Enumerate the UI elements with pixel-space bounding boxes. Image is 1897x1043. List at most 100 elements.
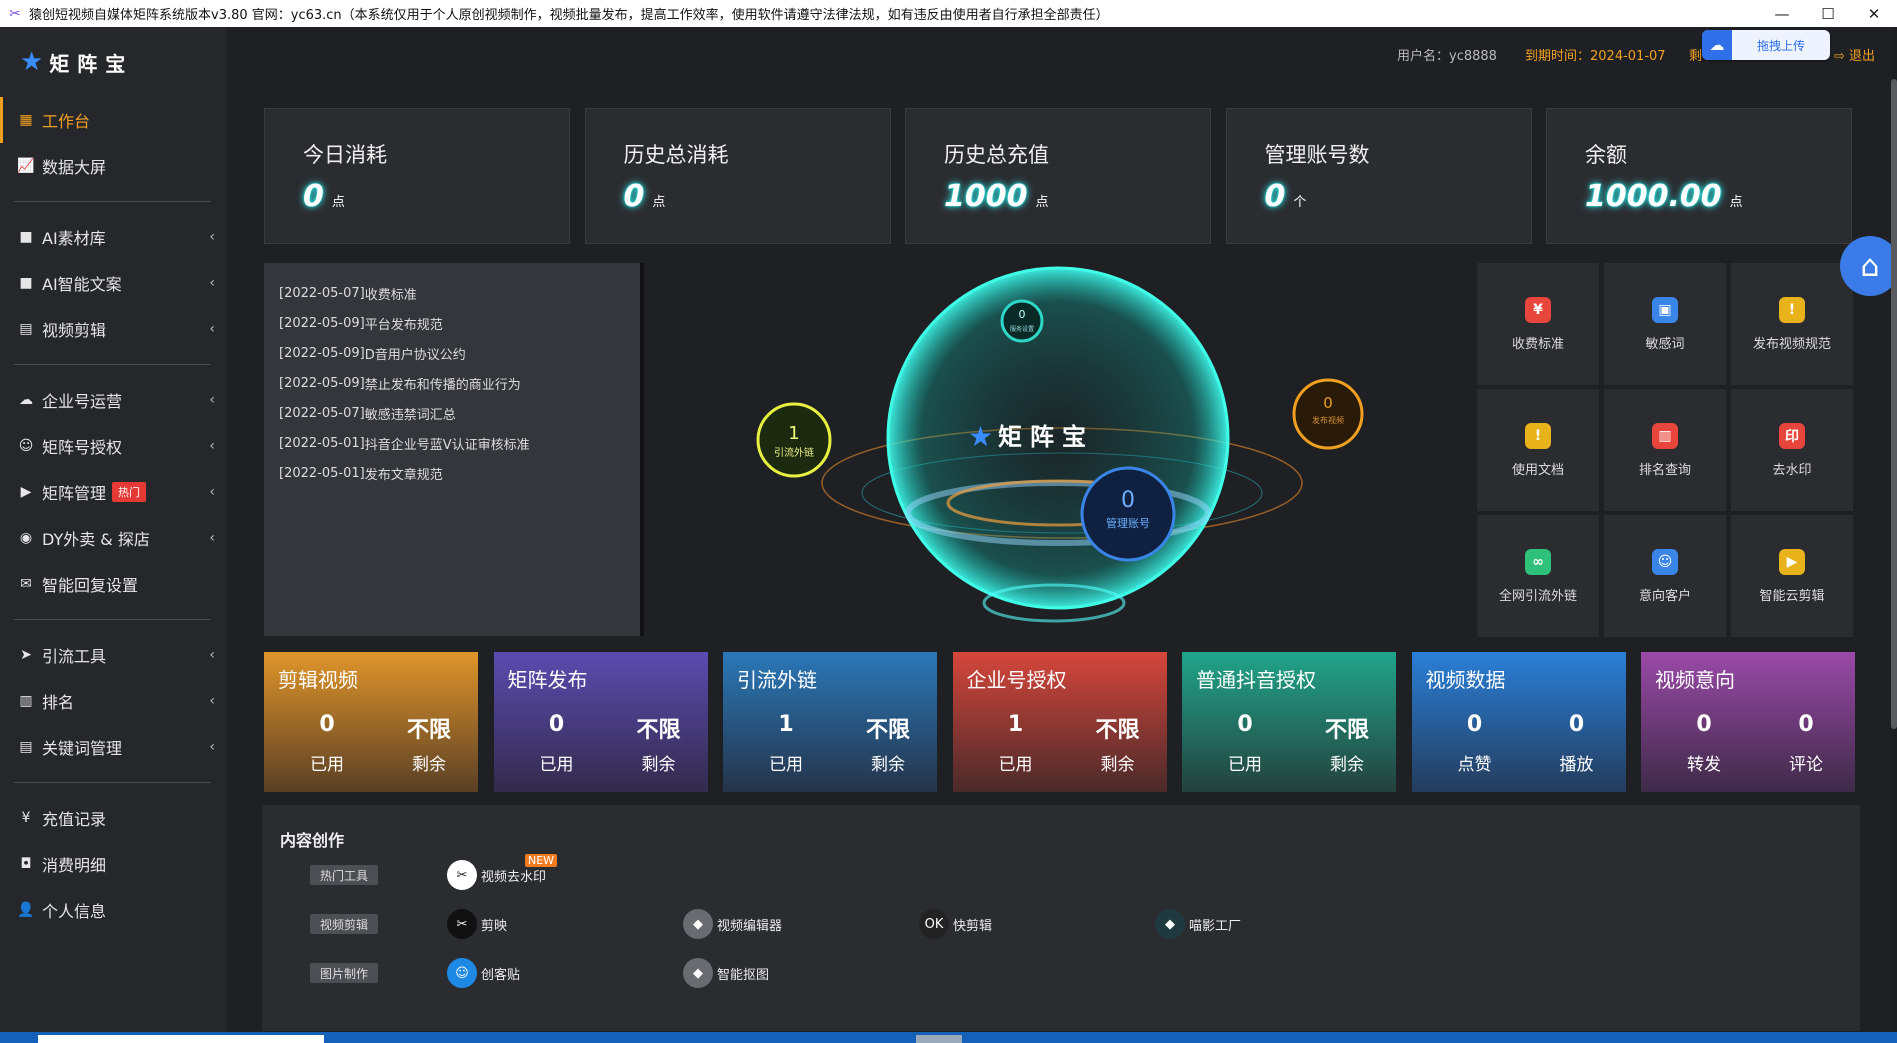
sidebar-item[interactable]: ➤ 引流工具 ‹	[0, 632, 227, 678]
sidebar-item-icon: ➤	[20, 647, 32, 663]
stat-card-label-1: 已用	[539, 755, 574, 775]
tool-grid: ¥ 收费标准 ▣ 敏感词! 发布视频规范 ! 使用文档 ▥ 排名查询 印去水印 ∞ 全网引流外链 ☺ 意向…	[1477, 263, 1855, 637]
stat-cards: 剪辑视频 0 不限 已用 剩余 矩阵发布 0 不限 已用 剩余 引流外链 1 不限 已用 剩余 企业号授权 1 不…	[264, 652, 1856, 792]
stat-card-value-2: 不限	[636, 718, 681, 743]
chevron-left-icon: ‹	[209, 484, 215, 500]
logout-label: 退出	[1849, 49, 1876, 64]
stat-card[interactable]: 视频意向 0 0 转发 评论	[1641, 652, 1855, 792]
chevron-left-icon: ‹	[209, 392, 215, 408]
chevron-left-icon: ‹	[209, 229, 215, 245]
tool-tile-label: 收费标准	[1511, 336, 1564, 352]
category-tag: 图片制作	[310, 963, 378, 983]
summary-card-title: 余额	[1585, 143, 1627, 167]
notice-item[interactable]: [2022-05-01] 发布文章规范	[264, 458, 640, 488]
tool-tile[interactable]: 印去水印	[1731, 389, 1853, 511]
taskbar-item[interactable]	[916, 1035, 962, 1043]
tool-tile[interactable]: ▶ 智能云剪辑	[1731, 515, 1853, 637]
notice-date: [2022-05-09]	[279, 375, 365, 391]
orbit-center-value: 0	[1121, 488, 1135, 513]
app-icon: ✂	[447, 909, 477, 939]
orbit-node-center[interactable]	[1080, 466, 1176, 562]
tool-tile-label: 使用文档	[1511, 462, 1564, 478]
sidebar-item-label: 充值记录	[42, 810, 107, 829]
notice-item[interactable]: [2022-05-01] 抖音企业号蓝V认证审核标准	[264, 428, 640, 458]
stat-card[interactable]: 普通抖音授权 0 不限 已用 剩余	[1182, 652, 1396, 792]
notice-item[interactable]: [2022-05-07] 敏感违禁词汇总	[264, 398, 640, 428]
new-badge: NEW	[525, 854, 558, 867]
sidebar-item[interactable]: 👤 个人信息	[0, 887, 227, 933]
sidebar-item[interactable]: ◘ 消费明细	[0, 841, 227, 887]
sidebar-item[interactable]: ☺ 矩阵号授权 ‹	[0, 423, 227, 469]
sidebar-item[interactable]: ¥ 充值记录	[0, 795, 227, 841]
close-button[interactable]: ✕	[1851, 0, 1897, 27]
notice-date: [2022-05-07]	[279, 405, 365, 421]
brand-name: 矩阵宝	[49, 51, 134, 76]
sidebar-item-icon: ▥	[19, 693, 33, 709]
chevron-left-icon: ‹	[209, 739, 215, 755]
tool-tile[interactable]: ☺ 意向客户	[1604, 515, 1726, 637]
notice-item[interactable]: [2022-05-07] 收费标准	[264, 278, 640, 308]
logout-link[interactable]: ⇨ 退出	[1834, 45, 1875, 64]
stat-card[interactable]: 视频数据 0 0 点赞 播放	[1411, 652, 1626, 792]
app-label: 智能抠图	[717, 967, 770, 983]
sidebar-item[interactable]: ✉ 智能回复设置	[0, 561, 227, 607]
scrollbar-thumb[interactable]	[1891, 79, 1897, 729]
notice-item[interactable]: [2022-05-09] D音用户协议公约	[264, 338, 640, 368]
app-shortcut[interactable]: OK 快剪辑	[919, 909, 992, 939]
home-button[interactable]: ⌂	[1840, 236, 1897, 296]
app-shortcut[interactable]: ◆ 喵影工厂	[1155, 909, 1241, 939]
brand[interactable]: ★ 矩阵宝	[0, 27, 227, 97]
stat-card-value-1: 1	[778, 712, 794, 737]
summary-card-value: 0	[303, 179, 324, 214]
chevron-left-icon: ‹	[209, 647, 215, 663]
sidebar-divider	[14, 782, 211, 783]
notice-item[interactable]: [2022-05-09] 平台发布规范	[264, 308, 640, 338]
maximize-button[interactable]: ☐	[1805, 0, 1851, 27]
sidebar-item[interactable]: ▦ 工作台	[0, 97, 227, 143]
tool-tile[interactable]: ∞ 全网引流外链	[1477, 515, 1599, 637]
tool-tile[interactable]: ▣ 敏感词	[1604, 263, 1726, 385]
sidebar-item-label: AI智能文案	[42, 275, 122, 294]
sidebar-item[interactable]: ▶ 矩阵管理 热门 ‹	[0, 469, 227, 515]
notice-date: [2022-05-01]	[279, 435, 365, 451]
taskbar-item[interactable]	[38, 1035, 324, 1043]
window-titlebar: ✂ 猿创短视频自媒体矩阵系统版本v3.80 官网：yc63.cn（本系统仅用于个…	[0, 0, 1897, 27]
orbit-node-right[interactable]	[1292, 378, 1364, 450]
stat-card[interactable]: 剪辑视频 0 不限 已用 剩余	[264, 652, 478, 792]
tool-tile[interactable]: ▥ 排名查询	[1604, 389, 1726, 511]
tool-tile[interactable]: ! 使用文档	[1477, 389, 1599, 511]
stat-card[interactable]: 矩阵发布 0 不限 已用 剩余	[493, 652, 708, 792]
minimize-button[interactable]: —	[1759, 0, 1805, 27]
notice-item[interactable]: [2022-05-09] 禁止发布和传播的商业行为	[264, 368, 640, 398]
sidebar-item[interactable]: 📈 数据大屏	[0, 143, 227, 189]
stat-card-label-1: 已用	[769, 755, 803, 775]
sidebar-item[interactable]: ■ AI素材库 ‹	[0, 214, 227, 260]
drag-upload-button[interactable]: ☁ 拖拽上传	[1702, 30, 1830, 60]
app-shortcut[interactable]: ◆ 视频编辑器	[683, 909, 782, 939]
sidebar-item[interactable]: ■ AI智能文案 ‹	[0, 260, 227, 306]
app-shortcut[interactable]: ✂ 剪映	[447, 909, 507, 939]
orbit-node-top[interactable]	[1000, 299, 1044, 343]
app-label: 创客贴	[481, 967, 521, 983]
sidebar-item[interactable]: ▤ 视频剪辑 ‹	[0, 306, 227, 352]
summary-card-value: 0	[623, 179, 645, 214]
app-shortcut[interactable]: ☺ 创客贴	[447, 958, 520, 988]
orbit-logo: 矩阵宝	[998, 423, 1094, 451]
tool-tile[interactable]: ! 发布视频规范	[1731, 263, 1853, 385]
sidebar-item[interactable]: ☁ 企业号运营 ‹	[0, 377, 227, 423]
stat-card[interactable]: 引流外链 1 不限 已用 剩余	[723, 652, 937, 792]
window-controls: — ☐ ✕	[1759, 0, 1897, 27]
sidebar-item[interactable]: ▥ 排名 ‹	[0, 678, 227, 724]
app-shortcut[interactable]: ◆ 智能抠图	[683, 958, 769, 988]
summary-card: 历史总充值 1000 点	[905, 108, 1211, 244]
tool-tile[interactable]: ¥ 收费标准	[1477, 263, 1599, 385]
orbit-top-value: 0	[1019, 308, 1026, 321]
sidebar-item[interactable]: ▤ 关键词管理 ‹	[0, 724, 227, 770]
vertical-scrollbar[interactable]	[1891, 27, 1897, 1032]
stat-card[interactable]: 企业号授权 1 不限 已用 剩余	[952, 652, 1167, 792]
sidebar-item-label: 引流工具	[42, 647, 107, 666]
upload-label: 拖拽上传	[1756, 38, 1805, 53]
summary-card-title: 历史总消耗	[623, 143, 729, 167]
app-shortcut[interactable]: ✂ 视频去水印 NEW	[447, 854, 558, 890]
sidebar-item[interactable]: ◉ DY外卖 & 探店 ‹	[0, 515, 227, 561]
